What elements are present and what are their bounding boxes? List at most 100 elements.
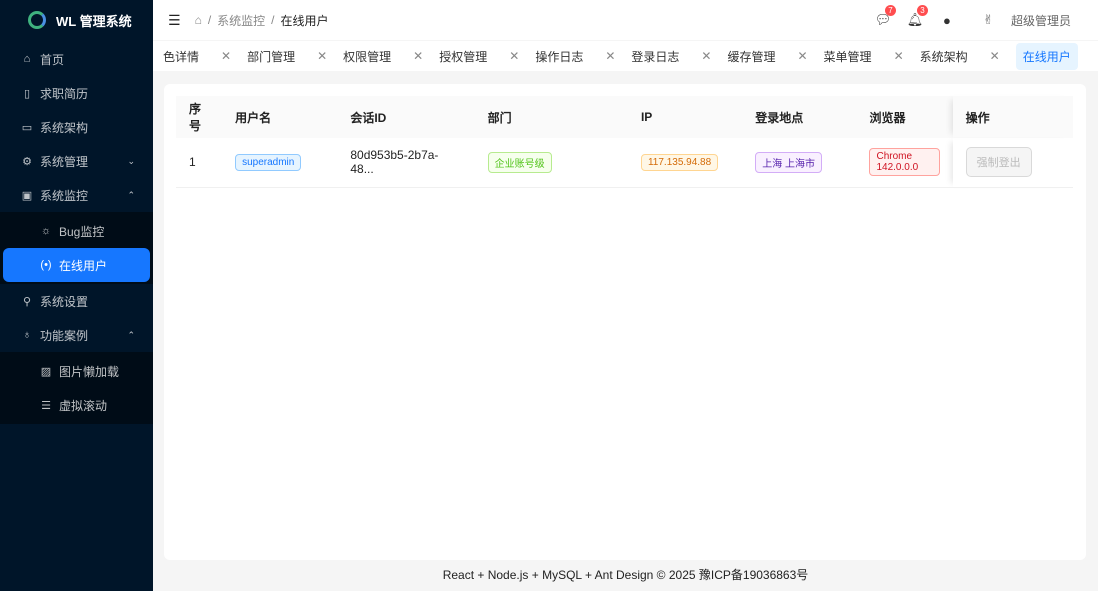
sidebar-item-0[interactable]: ⌂ 首页	[0, 42, 153, 76]
online-users-table: 序号 用户名 会话ID 部门 IP 登录地点 浏览器 操作 1 superadmin 80d9…	[176, 96, 1073, 188]
sidebar-item-label: 在线用户	[59, 258, 108, 273]
close-icon[interactable]: ✕	[509, 49, 519, 63]
tab-item[interactable]: 权限管理 ✕	[335, 43, 431, 69]
close-icon[interactable]: ✕	[894, 49, 904, 63]
cell-session: 80d953b5-2b7a-48...	[337, 138, 475, 188]
tab-label: 部门管理	[247, 49, 296, 64]
tab-item[interactable]: 在线用户✕	[1008, 42, 1098, 70]
bug-icon: ☼	[40, 225, 52, 237]
online-users-panel: 序号 用户名 会话ID 部门 IP 登录地点 浏览器 操作 1 superadmin 80d9…	[164, 84, 1086, 560]
username: 超级管理员	[1010, 13, 1071, 28]
tab-label: 登录日志	[631, 49, 680, 64]
chevron-icon[interactable]: ⌃	[127, 330, 135, 341]
sidebar-item-8[interactable]: ♁ 功能案例 ⌃	[0, 318, 153, 352]
tab-label: 系统架构	[919, 49, 968, 64]
sidebar-item-10[interactable]: ☰ 虚拟滚动	[0, 388, 153, 422]
sidebar-item-label: 系统监控	[40, 188, 89, 203]
sidebar-item-5[interactable]: ☼ Bug监控	[0, 214, 153, 248]
sidebar-item-1[interactable]: ▯ 求职简历	[0, 76, 153, 110]
tab-item[interactable]: 色详情 ✕	[155, 43, 239, 69]
gear-icon: ⚙	[22, 155, 32, 168]
image-icon: ▨	[40, 365, 52, 378]
sidebar-item-4[interactable]: ▣ 系统监控 ⌃	[0, 178, 153, 212]
menu-fold-icon[interactable]: ☰	[168, 12, 181, 29]
tab-item[interactable]: 缓存管理 ✕	[719, 43, 815, 69]
laptop-icon: ▭	[21, 121, 33, 134]
column-header: 用户名	[222, 96, 338, 138]
avatar: ✌	[982, 12, 994, 27]
column-header: IP	[627, 96, 743, 138]
app-title: WL 管理系统	[56, 13, 132, 29]
location-tag: 上海 上海市	[755, 151, 822, 173]
home-icon[interactable]: ⌂	[195, 13, 202, 27]
message-badge: 7	[884, 5, 896, 16]
submenu: ▨ 图片懒加载 ☰ 虚拟滚动	[0, 352, 153, 424]
breadcrumb-current: 在线用户	[280, 13, 329, 28]
browser-tag: Chrome 142.0.0.0	[869, 148, 940, 177]
user-menu[interactable]: ✌ 超级管理员	[983, 12, 1071, 29]
column-header: 序号	[176, 96, 223, 138]
tab-label: 菜单管理	[823, 49, 872, 64]
tab-label: 色详情	[163, 49, 200, 64]
sidebar-item-3[interactable]: ⚙ 系统管理 ⌄	[0, 144, 153, 178]
close-icon[interactable]: ✕	[797, 49, 807, 63]
document-icon: ▯	[23, 87, 31, 100]
sidebar-item-label: 系统管理	[40, 154, 89, 169]
sidebar-item-label: 系统架构	[40, 120, 89, 135]
force-logout-button[interactable]: 强制登出	[965, 147, 1032, 178]
header: ☰ ⌂ / 系统监控 / 在线用户 💬︎ 7 🔔︎ 3 ● ✌ 超级管理员	[153, 0, 1098, 40]
tab-item[interactable]: 菜单管理 ✕	[816, 43, 912, 69]
tab-label: 在线用户	[1015, 42, 1078, 70]
tab-item[interactable]: 系统架构 ✕	[912, 43, 1008, 69]
sidebar-item-label: 求职简历	[40, 86, 89, 101]
bulb-icon: ♁	[22, 329, 32, 341]
tab-label: 授权管理	[439, 49, 488, 64]
sidebar-item-6[interactable]: (•) 在线用户	[3, 248, 150, 282]
sidebar-item-7[interactable]: ⚲ 系统设置	[0, 284, 153, 318]
column-header: 登录地点	[742, 96, 857, 138]
submenu: ☼ Bug监控 (•) 在线用户	[0, 212, 153, 284]
logo[interactable]: WL 管理系统	[0, 0, 153, 40]
sidebar-item-label: 首页	[40, 52, 65, 67]
notification-button[interactable]: 🔔︎ 3	[899, 5, 931, 28]
sidebar-item-label: 功能案例	[40, 328, 89, 343]
close-icon[interactable]: ✕	[317, 49, 327, 63]
ip-tag: 117.135.94.88	[640, 153, 719, 171]
tab-label: 操作日志	[535, 49, 584, 64]
close-icon[interactable]: ✕	[413, 49, 423, 63]
logo-icon	[28, 11, 46, 29]
footer: React + Node.js + MySQL + Ant Design © 2…	[442, 568, 809, 582]
breadcrumb-item[interactable]: 系统监控	[217, 12, 265, 29]
tab-item[interactable]: 部门管理 ✕	[239, 43, 335, 69]
table-row: 1 superadmin 80d953b5-2b7a-48... 企业账号级 1…	[176, 138, 1073, 188]
column-header: 操作	[952, 96, 1073, 138]
tab-item[interactable]: 登录日志 ✕	[623, 43, 719, 69]
sidebar-item-9[interactable]: ▨ 图片懒加载	[0, 354, 153, 388]
close-icon[interactable]: ✕	[990, 49, 1000, 63]
breadcrumb: ⌂ / 系统监控 / 在线用户	[194, 12, 329, 29]
notification-badge: 3	[916, 5, 928, 16]
sidebar-item-label: 图片懒加载	[59, 364, 120, 379]
sidebar: WL 管理系统 ⌂ 首页 ▯ 求职简历 ▭ 系统架构 ⚙ 系统管理 ⌄ ▣ 系统监控 ⌃ ☼ Bug监控 (…	[0, 0, 153, 591]
chevron-icon[interactable]: ⌄	[127, 156, 135, 167]
sidebar-item-label: 系统设置	[40, 294, 89, 309]
username-tag: superadmin	[235, 153, 302, 171]
chevron-icon[interactable]: ⌃	[127, 190, 135, 201]
dept-tag: 企业账号级	[487, 151, 552, 173]
wifi-icon: (•)	[40, 259, 52, 271]
tab-item[interactable]: 授权管理 ✕	[431, 43, 527, 69]
close-icon[interactable]: ✕	[701, 49, 711, 63]
sidebar-item-2[interactable]: ▭ 系统架构	[0, 110, 153, 144]
sidebar-item-label: Bug监控	[59, 224, 105, 239]
tab-label: 缓存管理	[727, 49, 776, 64]
close-icon[interactable]: ✕	[605, 49, 615, 63]
column-header: 浏览器	[856, 96, 953, 138]
message-button[interactable]: 💬︎ 7	[867, 5, 899, 28]
tab-item[interactable]: 操作日志 ✕	[527, 43, 623, 69]
tab-label: 权限管理	[343, 49, 392, 64]
cell-index: 1	[176, 138, 223, 188]
column-header: 部门	[474, 96, 628, 138]
github-icon[interactable]: ●	[931, 13, 963, 28]
monitor-icon: ▣	[21, 189, 33, 202]
close-icon[interactable]: ✕	[221, 49, 231, 63]
